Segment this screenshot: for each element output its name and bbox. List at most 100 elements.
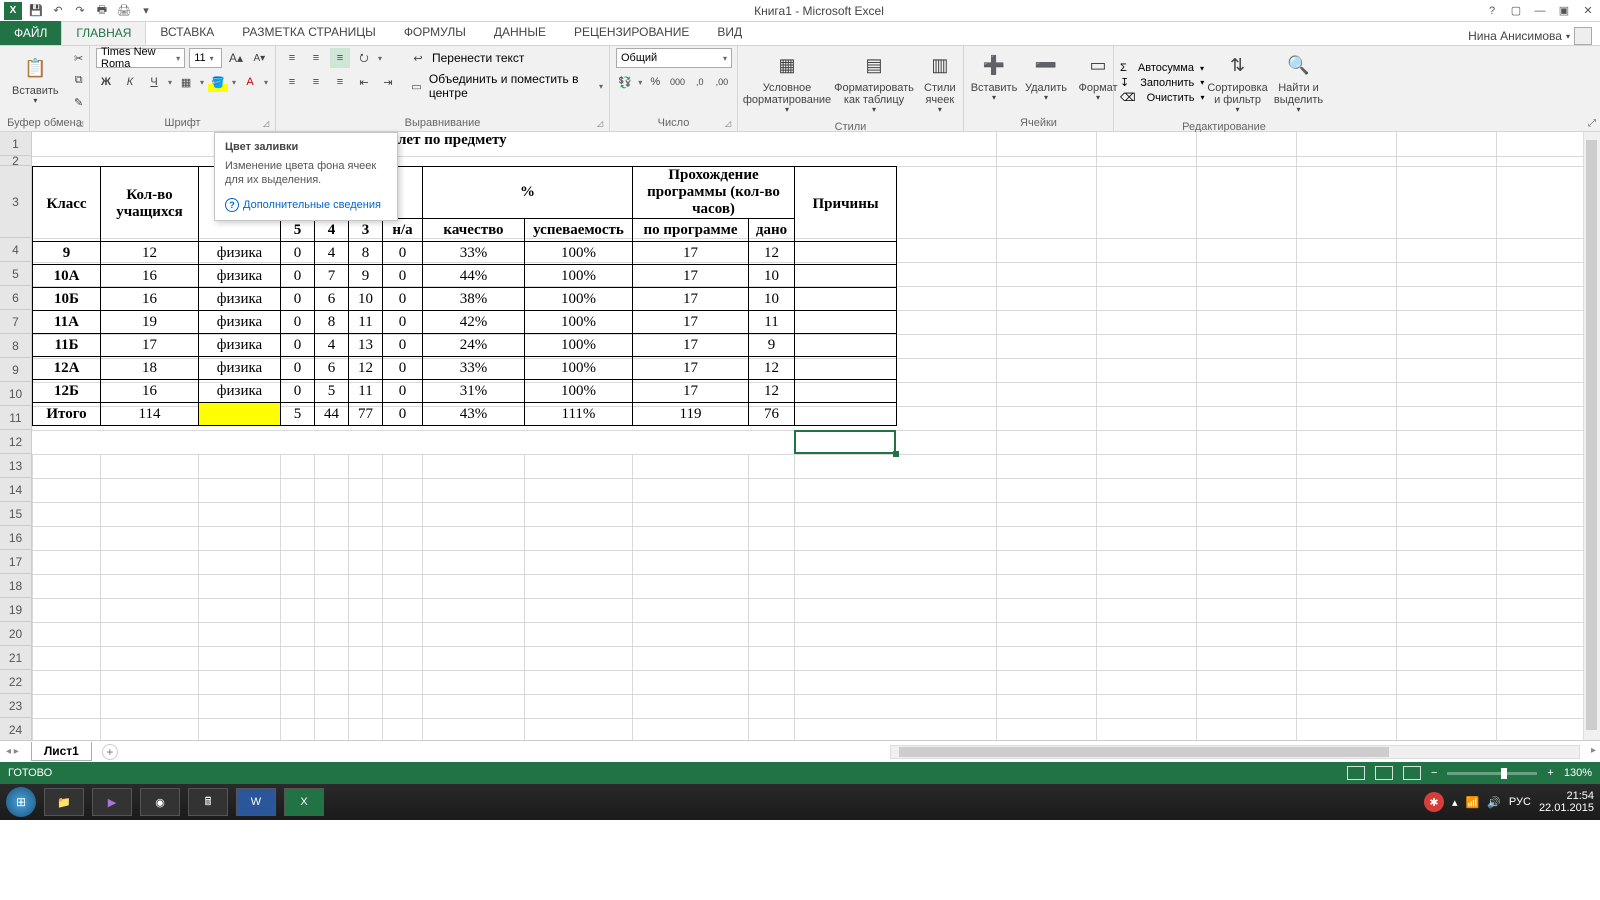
table-cell[interactable] <box>795 403 897 426</box>
ribbon-tab[interactable]: ВСТАВКА <box>146 21 228 45</box>
table-cell[interactable]: 16 <box>101 288 199 311</box>
zoom-in-icon[interactable]: + <box>1547 767 1553 779</box>
table-cell[interactable]: Прохождение программы (кол-во часов) <box>633 167 795 219</box>
table-cell[interactable]: 10А <box>33 265 101 288</box>
wrap-text-button[interactable]: ↩Перенести текст <box>408 48 603 68</box>
table-cell[interactable]: Причины <box>795 167 897 242</box>
table-cell[interactable]: 0 <box>383 403 423 426</box>
show-hidden-icon[interactable]: ▴ <box>1452 796 1458 809</box>
zoom-level[interactable]: 130% <box>1564 767 1592 779</box>
collapse-ribbon-icon[interactable]: ⤢ <box>1588 118 1596 129</box>
table-cell[interactable]: 111% <box>525 403 633 426</box>
table-cell[interactable]: 0 <box>383 334 423 357</box>
sort-filter-button[interactable]: ⇅Сортировка и фильтр▾ <box>1209 48 1267 119</box>
row-header[interactable]: 10 <box>0 382 32 406</box>
table-cell[interactable]: н/а <box>383 219 423 242</box>
align-left-icon[interactable]: ≡ <box>282 72 302 92</box>
row-header[interactable]: 14 <box>0 478 32 502</box>
ribbon-tab[interactable]: РЕЦЕНЗИРОВАНИЕ <box>560 21 703 45</box>
volume-icon[interactable]: 🔊 <box>1487 796 1501 809</box>
dialog-launcher-icon[interactable]: ◿ <box>597 119 607 129</box>
increase-indent-icon[interactable]: ⇥ <box>378 72 398 92</box>
file-tab[interactable]: ФАЙЛ <box>0 21 61 45</box>
table-cell[interactable]: 17 <box>633 357 749 380</box>
conditional-formatting-button[interactable]: ▦Условное форматирование▾ <box>744 48 830 119</box>
table-cell[interactable]: 11 <box>349 311 383 334</box>
zoom-slider[interactable] <box>1447 772 1537 775</box>
comma-format-icon[interactable]: 000 <box>668 72 686 92</box>
table-cell[interactable]: 4 <box>315 219 349 242</box>
table-cell[interactable] <box>199 403 281 426</box>
row-header[interactable]: 1 <box>0 132 32 156</box>
table-cell[interactable]: 43% <box>423 403 525 426</box>
clock[interactable]: 21:54 22.01.2015 <box>1539 790 1594 814</box>
table-cell[interactable]: 100% <box>525 311 633 334</box>
cell-styles-button[interactable]: ▥Стили ячеек▾ <box>918 48 962 119</box>
table-cell[interactable]: 77 <box>349 403 383 426</box>
table-cell[interactable]: 0 <box>281 265 315 288</box>
font-size-combo[interactable]: 11▾ <box>189 48 222 68</box>
font-color-icon[interactable]: A <box>240 72 260 92</box>
autosum-button[interactable]: Σ Автосумма▾ <box>1120 62 1205 74</box>
table-cell[interactable]: 16 <box>101 380 199 403</box>
close-icon[interactable]: ✕ <box>1580 3 1596 19</box>
table-cell[interactable]: 76 <box>749 403 795 426</box>
table-cell[interactable]: 44% <box>423 265 525 288</box>
table-cell[interactable]: 0 <box>281 334 315 357</box>
table-cell[interactable] <box>795 334 897 357</box>
row-header[interactable]: 22 <box>0 670 32 694</box>
table-cell[interactable]: 9 <box>749 334 795 357</box>
format-as-table-button[interactable]: ▤Форматировать как таблицу▾ <box>834 48 914 119</box>
table-cell[interactable]: 12 <box>101 242 199 265</box>
decrease-indent-icon[interactable]: ⇤ <box>354 72 374 92</box>
table-cell[interactable]: 17 <box>633 311 749 334</box>
decrease-decimal-icon[interactable]: ,00 <box>713 72 731 92</box>
align-right-icon[interactable]: ≡ <box>330 72 350 92</box>
table-cell[interactable]: 10Б <box>33 288 101 311</box>
align-middle-icon[interactable]: ≡ <box>306 48 326 68</box>
table-cell[interactable]: качество <box>423 219 525 242</box>
page-break-view-icon[interactable] <box>1403 766 1421 780</box>
table-cell[interactable] <box>795 380 897 403</box>
row-header[interactable]: 20 <box>0 622 32 646</box>
find-select-button[interactable]: 🔍Найти и выделить▾ <box>1271 48 1327 119</box>
table-cell[interactable]: 12А <box>33 357 101 380</box>
table-cell[interactable]: 0 <box>281 311 315 334</box>
table-cell[interactable]: 13 <box>349 334 383 357</box>
dialog-launcher-icon[interactable]: ◿ <box>77 119 87 129</box>
cut-icon[interactable]: ✂ <box>69 48 89 68</box>
table-cell[interactable] <box>795 242 897 265</box>
word-icon[interactable]: W <box>236 788 276 816</box>
clear-button[interactable]: ⌫ Очистить▾ <box>1120 91 1205 104</box>
merge-center-button[interactable]: ▭Объединить и поместить в центре▾ <box>408 72 603 100</box>
table-cell[interactable]: физика <box>199 242 281 265</box>
table-cell[interactable]: 0 <box>383 265 423 288</box>
increase-decimal-icon[interactable]: ,0 <box>691 72 709 92</box>
table-cell[interactable]: 44 <box>315 403 349 426</box>
excel-taskbar-icon[interactable]: X <box>284 788 324 816</box>
tooltip-more-link[interactable]: ? Дополнительные сведения <box>225 198 387 212</box>
hscroll-right-icon[interactable]: ▸ <box>1591 745 1596 756</box>
italic-button[interactable]: К <box>120 72 140 92</box>
ribbon-tab[interactable]: ФОРМУЛЫ <box>390 21 480 45</box>
table-cell[interactable]: 10 <box>749 288 795 311</box>
add-sheet-button[interactable]: + <box>102 744 118 760</box>
table-cell[interactable]: 0 <box>281 242 315 265</box>
start-button[interactable]: ⊞ <box>6 787 36 817</box>
save-icon[interactable]: 💾 <box>28 3 44 19</box>
table-cell[interactable]: 17 <box>633 265 749 288</box>
row-header[interactable]: 2 <box>0 156 32 166</box>
row-header[interactable]: 23 <box>0 694 32 718</box>
table-cell[interactable] <box>795 288 897 311</box>
table-cell[interactable]: 24% <box>423 334 525 357</box>
table-cell[interactable]: 100% <box>525 357 633 380</box>
table-cell[interactable]: 4 <box>315 242 349 265</box>
table-cell[interactable]: 12 <box>749 380 795 403</box>
page-layout-view-icon[interactable] <box>1375 766 1393 780</box>
chrome-icon[interactable]: ◉ <box>140 788 180 816</box>
row-header[interactable]: 13 <box>0 454 32 478</box>
row-headers[interactable]: 123456789101112131415161718192021222324 <box>0 132 32 740</box>
horizontal-scrollbar[interactable] <box>890 745 1580 759</box>
row-header[interactable]: 5 <box>0 262 32 286</box>
zoom-out-icon[interactable]: − <box>1431 767 1437 779</box>
